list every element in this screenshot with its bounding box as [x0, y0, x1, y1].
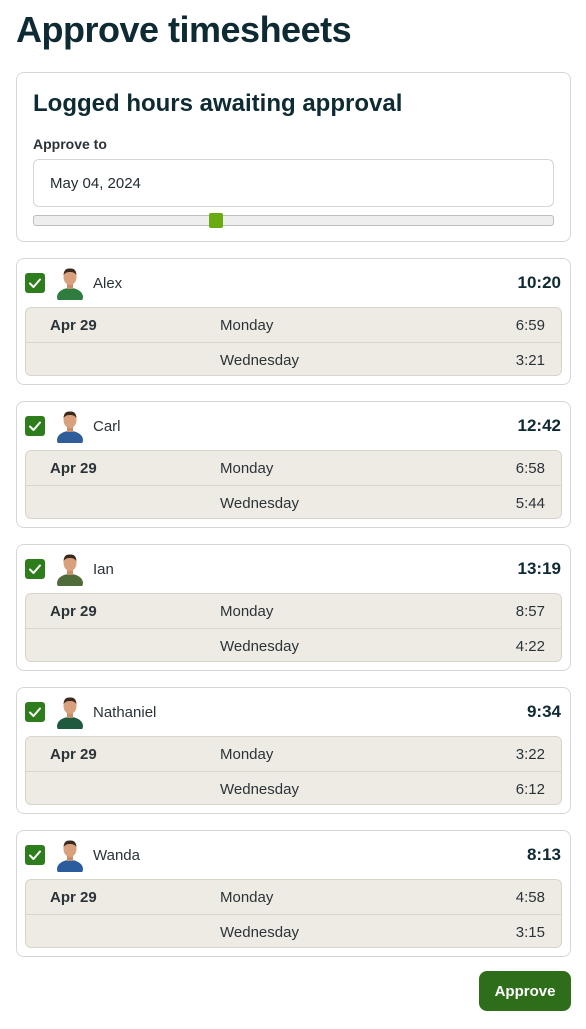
user-name: Carl [93, 418, 121, 435]
date-slider-handle[interactable] [208, 213, 223, 228]
user-name: Wanda [93, 847, 140, 864]
entry-hours: 6:12 [515, 781, 545, 798]
entry-day: Wednesday [220, 924, 299, 941]
time-entries: Apr 29 Monday 6:59 Wednesday 3:21 [25, 307, 562, 376]
user-select-checkbox[interactable] [25, 559, 45, 579]
entry-hours: 3:21 [515, 352, 545, 369]
entry-hours: 4:22 [515, 638, 545, 655]
checkmark-icon [29, 850, 41, 860]
entry-day: Wednesday [220, 781, 299, 798]
user-total-hours: 13:19 [517, 559, 561, 578]
user-name: Nathaniel [93, 704, 157, 721]
approve-to-date-input[interactable] [33, 159, 554, 207]
time-entry-row: Wednesday 4:22 [26, 628, 561, 662]
user-select-checkbox[interactable] [25, 273, 45, 293]
entry-hours: 6:58 [515, 460, 545, 477]
time-entry-row: Wednesday 3:15 [26, 914, 561, 948]
user-select-checkbox[interactable] [25, 845, 45, 865]
entry-date: Apr 29 [50, 746, 97, 763]
checkmark-icon [29, 278, 41, 288]
entry-date: Apr 29 [50, 603, 97, 620]
user-name: Ian [93, 561, 114, 578]
time-entry-row: Wednesday 6:12 [26, 771, 561, 805]
time-entry-row: Wednesday 3:21 [26, 342, 561, 376]
user-select-checkbox[interactable] [25, 702, 45, 722]
entry-day: Monday [220, 317, 274, 334]
time-entry-row: Apr 29 Monday 3:22 [26, 737, 561, 771]
entry-day: Monday [220, 889, 274, 906]
entry-date: Apr 29 [50, 889, 97, 906]
time-entries: Apr 29 Monday 3:22 Wednesday 6:12 [25, 736, 562, 805]
user-total-hours: 12:42 [517, 416, 561, 435]
entry-day: Monday [220, 746, 274, 763]
approve-button[interactable]: Approve [479, 971, 571, 1011]
time-entries: Apr 29 Monday 8:57 Wednesday 4:22 [25, 593, 562, 662]
user-card: Wanda 8:13 Apr 29 Monday 4:58 Wednesday … [16, 830, 571, 957]
entry-hours: 5:44 [515, 495, 545, 512]
avatar [57, 268, 83, 300]
entry-date: Apr 29 [50, 317, 97, 334]
entry-day: Wednesday [220, 352, 299, 369]
time-entry-row: Wednesday 5:44 [26, 485, 561, 519]
user-total-hours: 10:20 [517, 273, 561, 292]
entry-hours: 6:59 [515, 317, 545, 334]
entry-day: Wednesday [220, 638, 299, 655]
time-entry-row: Apr 29 Monday 8:57 [26, 594, 561, 628]
entry-day: Wednesday [220, 495, 299, 512]
user-select-checkbox[interactable] [25, 416, 45, 436]
entry-hours: 4:58 [515, 889, 545, 906]
filter-heading: Logged hours awaiting approval [33, 90, 403, 117]
time-entries: Apr 29 Monday 6:58 Wednesday 5:44 [25, 450, 562, 519]
user-card: Carl 12:42 Apr 29 Monday 6:58 Wednesday … [16, 401, 571, 528]
avatar [57, 840, 83, 872]
entry-day: Monday [220, 603, 274, 620]
checkmark-icon [29, 421, 41, 431]
time-entries: Apr 29 Monday 4:58 Wednesday 3:15 [25, 879, 562, 948]
avatar [57, 697, 83, 729]
entry-date: Apr 29 [50, 460, 97, 477]
avatar [57, 554, 83, 586]
date-slider[interactable] [33, 213, 554, 228]
checkmark-icon [29, 564, 41, 574]
approval-filter-card: Logged hours awaiting approval Approve t… [16, 72, 571, 242]
entry-hours: 3:22 [515, 746, 545, 763]
time-entry-row: Apr 29 Monday 6:58 [26, 451, 561, 485]
user-card: Ian 13:19 Apr 29 Monday 8:57 Wednesday 4… [16, 544, 571, 671]
entry-day: Monday [220, 460, 274, 477]
time-entry-row: Apr 29 Monday 4:58 [26, 880, 561, 914]
approve-to-label: Approve to [33, 136, 107, 152]
entry-hours: 3:15 [515, 924, 545, 941]
user-name: Alex [93, 275, 123, 292]
avatar [57, 411, 83, 443]
page-title: Approve timesheets [16, 9, 352, 50]
user-total-hours: 8:13 [526, 845, 561, 864]
time-entry-row: Apr 29 Monday 6:59 [26, 308, 561, 342]
checkmark-icon [29, 707, 41, 717]
user-card: Alex 10:20 Apr 29 Monday 6:59 Wednesday … [16, 258, 571, 385]
user-card: Nathaniel 9:34 Apr 29 Monday 3:22 Wednes… [16, 687, 571, 814]
user-total-hours: 9:34 [526, 702, 561, 721]
entry-hours: 8:57 [515, 603, 545, 620]
